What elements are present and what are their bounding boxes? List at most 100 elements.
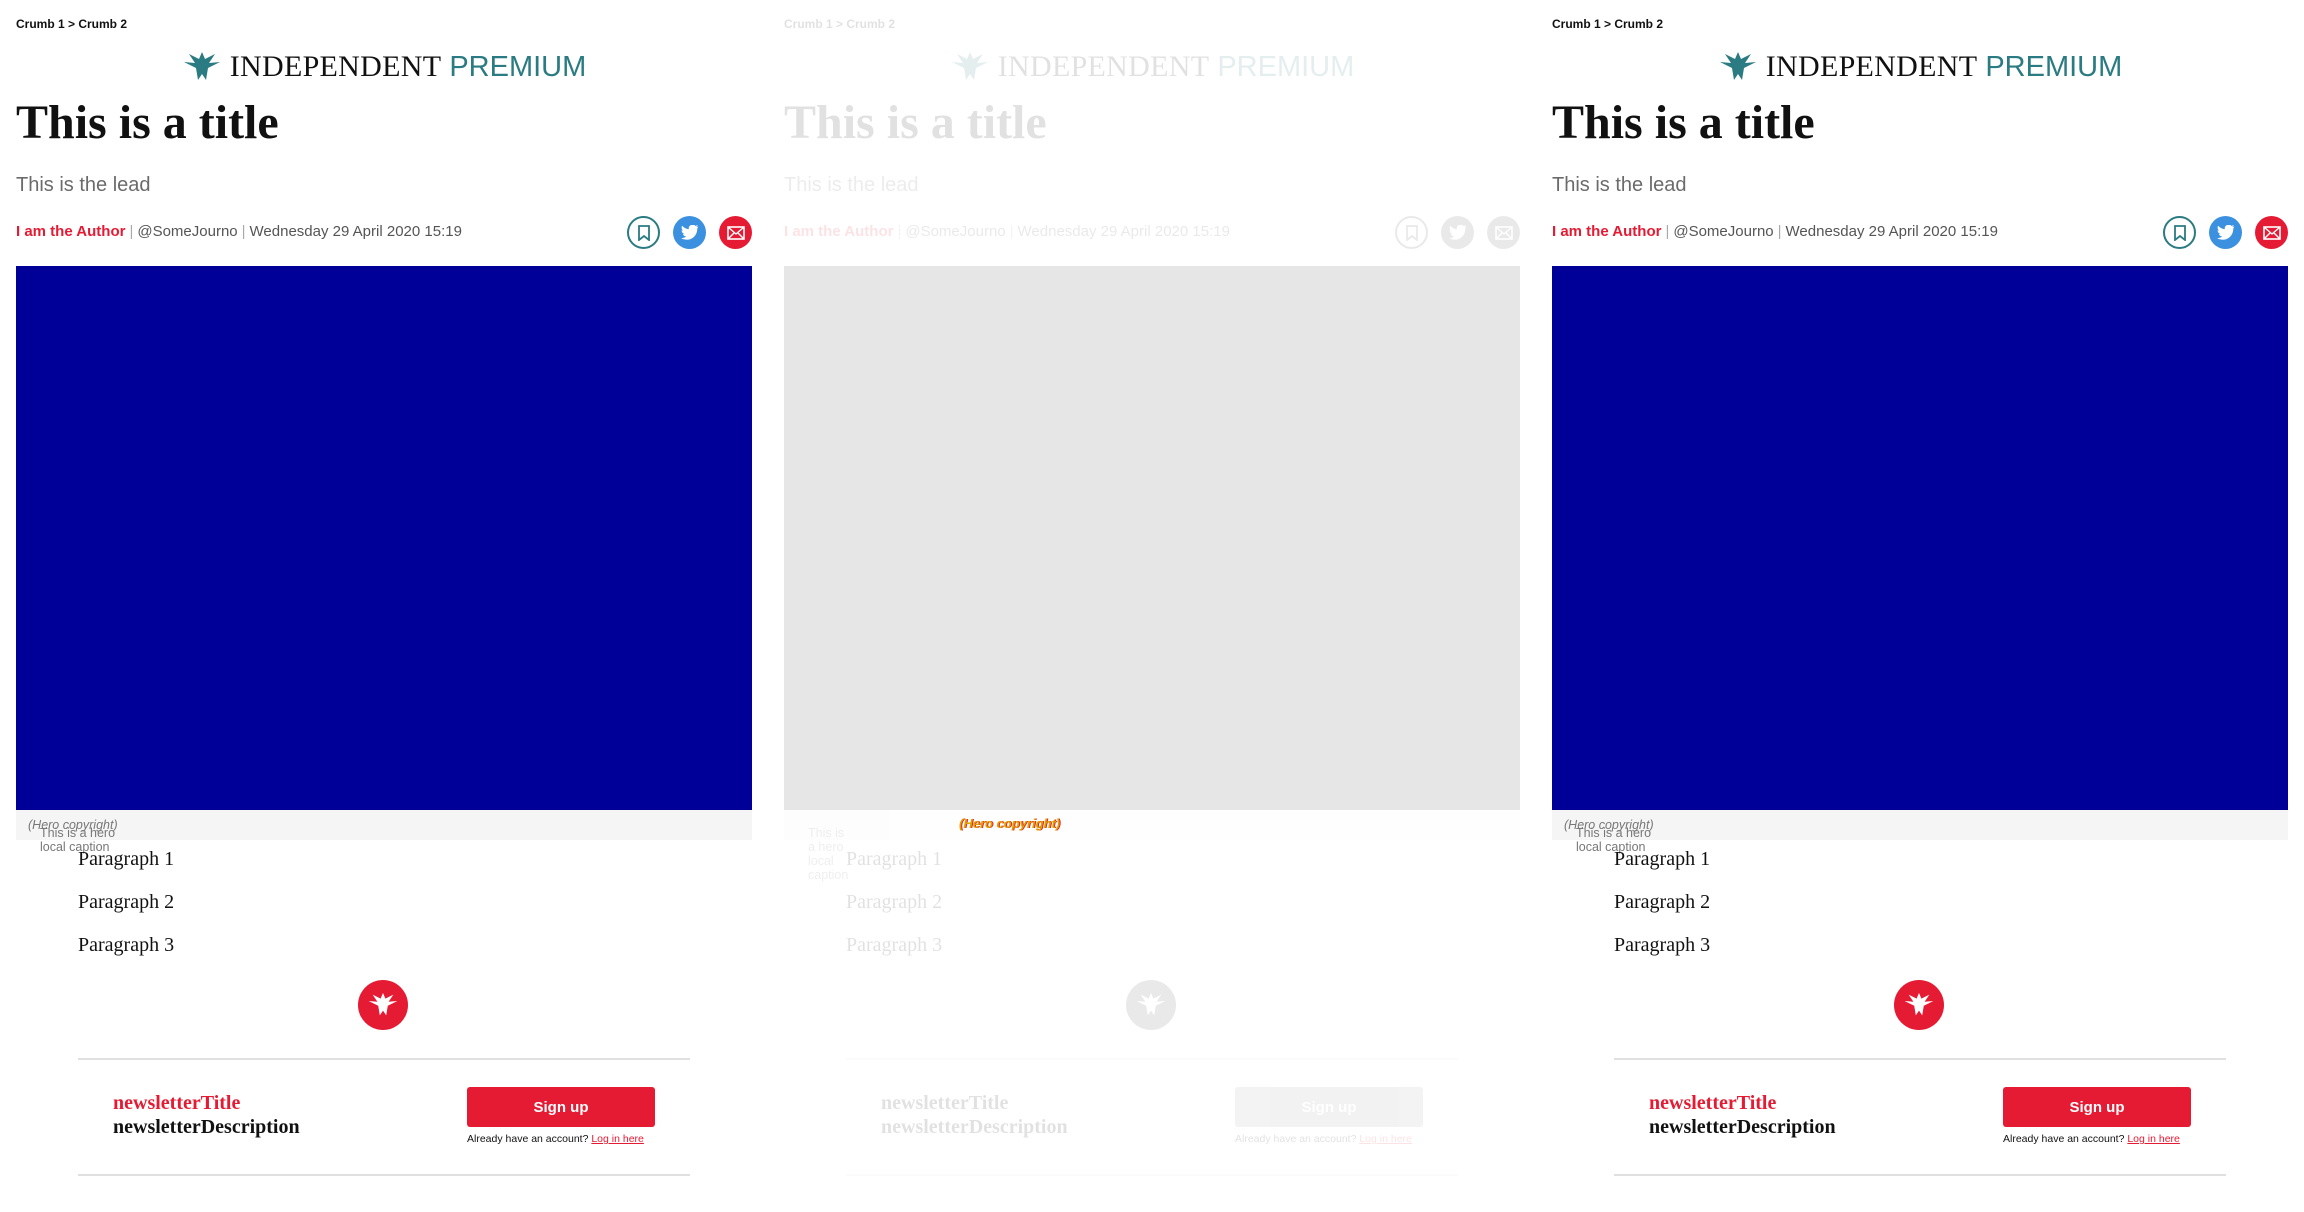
twitter-share-button[interactable] <box>1441 216 1474 249</box>
caption-text: This is a hero local caption <box>808 826 849 882</box>
bookmark-icon <box>2173 224 2186 241</box>
login-link[interactable]: Log in here <box>1359 1133 1412 1145</box>
article-title: This is a title <box>784 96 1047 149</box>
email-share-button[interactable] <box>1487 216 1520 249</box>
email-icon <box>2262 225 2281 240</box>
email-icon <box>726 225 745 240</box>
eagle-logo-icon <box>1904 993 1934 1016</box>
hero-caption: This is a hero local caption (Hero copyr… <box>16 810 752 854</box>
newsletter-description: newsletterDescription <box>113 1116 300 1138</box>
paragraph: Paragraph 3 <box>1614 934 1711 956</box>
divider <box>846 1058 1458 1060</box>
end-logo <box>358 980 408 1030</box>
publish-date: Wednesday 29 April 2020 15:19 <box>1017 223 1230 240</box>
article-panel-3: Crumb 1 > Crumb 2 INDEPENDENT PREMIUM Th… <box>1536 0 2304 1212</box>
divider <box>1614 1174 2226 1176</box>
share-icons <box>627 216 752 249</box>
hero-image-placeholder <box>784 266 1520 810</box>
login-prompt: Already have an account? Log in here <box>2003 1133 2180 1145</box>
twitter-share-button[interactable] <box>673 216 706 249</box>
signup-button[interactable]: Sign up <box>1235 1087 1423 1127</box>
paragraph: Paragraph 1 <box>78 848 175 870</box>
publish-date: Wednesday 29 April 2020 15:19 <box>249 223 462 240</box>
login-link[interactable]: Log in here <box>2127 1133 2180 1145</box>
signup-button[interactable]: Sign up <box>2003 1087 2191 1127</box>
author-handle[interactable]: @SomeJourno <box>905 223 1005 240</box>
end-logo <box>1894 980 1944 1030</box>
eagle-logo-icon <box>1719 52 1756 80</box>
paragraph: Paragraph 3 <box>78 934 175 956</box>
paragraph: Paragraph 1 <box>1614 848 1711 870</box>
brand-logo[interactable]: INDEPENDENT PREMIUM <box>1552 50 2288 84</box>
hero-image <box>16 266 752 810</box>
article-panel-2: Crumb 1 > Crumb 2 INDEPENDENT PREMIUM Th… <box>768 0 1536 1212</box>
eagle-logo-icon <box>183 52 220 80</box>
breadcrumb[interactable]: Crumb 1 > Crumb 2 <box>1552 17 1663 31</box>
newsletter-title: newsletterTitle <box>1649 1092 1777 1114</box>
divider <box>78 1174 690 1176</box>
breadcrumb[interactable]: Crumb 1 > Crumb 2 <box>784 17 895 31</box>
paragraph: Paragraph 2 <box>846 891 943 913</box>
paragraph: Paragraph 2 <box>1614 891 1711 913</box>
twitter-icon <box>680 225 698 240</box>
brand-logo[interactable]: INDEPENDENT PREMIUM <box>784 50 1520 84</box>
bookmark-button[interactable] <box>2163 216 2196 249</box>
hero-caption: This is a hero local caption (Hero copyr… <box>1552 810 2288 854</box>
eagle-logo-icon <box>951 52 988 80</box>
byline: I am the Author | @SomeJourno | Wednesday 29… <box>16 223 462 240</box>
paragraph: Paragraph 2 <box>78 891 175 913</box>
newsletter-description: newsletterDescription <box>1649 1116 1836 1138</box>
twitter-share-button[interactable] <box>2209 216 2242 249</box>
bookmark-icon <box>1405 224 1418 241</box>
article-panel-1: Crumb 1 > Crumb 2 INDEPENDENT PREMIUM Th… <box>0 0 768 1212</box>
article-title: This is a title <box>16 96 279 149</box>
login-prompt-text: Already have an account? <box>467 1133 589 1145</box>
brand-premium: PREMIUM <box>1985 50 2123 83</box>
email-share-button[interactable] <box>2255 216 2288 249</box>
eagle-logo-icon <box>1136 993 1166 1016</box>
article-body: Paragraph 1 Paragraph 2 Paragraph 3 <box>1614 848 1710 977</box>
article-lead: This is the lead <box>1552 174 1687 196</box>
publish-date: Wednesday 29 April 2020 15:19 <box>1785 223 1998 240</box>
divider <box>1614 1058 2226 1060</box>
newsletter-title: newsletterTitle <box>881 1092 1009 1114</box>
author-handle[interactable]: @SomeJourno <box>137 223 237 240</box>
paragraph: Paragraph 1 <box>846 848 943 870</box>
end-logo <box>1126 980 1176 1030</box>
share-icons <box>2163 216 2288 249</box>
eagle-logo-icon <box>368 993 398 1016</box>
email-share-button[interactable] <box>719 216 752 249</box>
article-body: Paragraph 1 Paragraph 2 Paragraph 3 <box>846 848 942 977</box>
login-prompt-text: Already have an account? <box>1235 1133 1357 1145</box>
author-link[interactable]: I am the Author <box>16 223 125 240</box>
byline: I am the Author | @SomeJourno | Wednesday 29… <box>784 223 1230 240</box>
hero-caption: This is a hero local caption <box>784 810 1520 882</box>
article-title: This is a title <box>1552 96 1815 149</box>
divider <box>846 1174 1458 1176</box>
author-link[interactable]: I am the Author <box>784 223 893 240</box>
article-body: Paragraph 1 Paragraph 2 Paragraph 3 <box>78 848 174 977</box>
bookmark-button[interactable] <box>1395 216 1428 249</box>
login-link[interactable]: Log in here <box>591 1133 644 1145</box>
hero-image <box>1552 266 2288 810</box>
newsletter-title: newsletterTitle <box>113 1092 241 1114</box>
paragraph: Paragraph 3 <box>846 934 943 956</box>
signup-button[interactable]: Sign up <box>467 1087 655 1127</box>
byline: I am the Author | @SomeJourno | Wednesday 29… <box>1552 223 1998 240</box>
login-prompt-text: Already have an account? <box>2003 1133 2125 1145</box>
newsletter-description: newsletterDescription <box>881 1116 1068 1138</box>
bookmark-button[interactable] <box>627 216 660 249</box>
author-link[interactable]: I am the Author <box>1552 223 1661 240</box>
login-prompt: Already have an account? Log in here <box>1235 1133 1412 1145</box>
article-lead: This is the lead <box>16 174 151 196</box>
breadcrumb[interactable]: Crumb 1 > Crumb 2 <box>16 17 127 31</box>
brand-logo[interactable]: INDEPENDENT PREMIUM <box>16 50 752 84</box>
brand-name: INDEPENDENT <box>229 50 442 83</box>
article-lead: This is the lead <box>784 174 919 196</box>
divider <box>78 1058 690 1060</box>
brand-premium: PREMIUM <box>449 50 587 83</box>
bookmark-icon <box>637 224 650 241</box>
author-handle[interactable]: @SomeJourno <box>1673 223 1773 240</box>
brand-name: INDEPENDENT <box>1765 50 1978 83</box>
twitter-icon <box>2216 225 2234 240</box>
